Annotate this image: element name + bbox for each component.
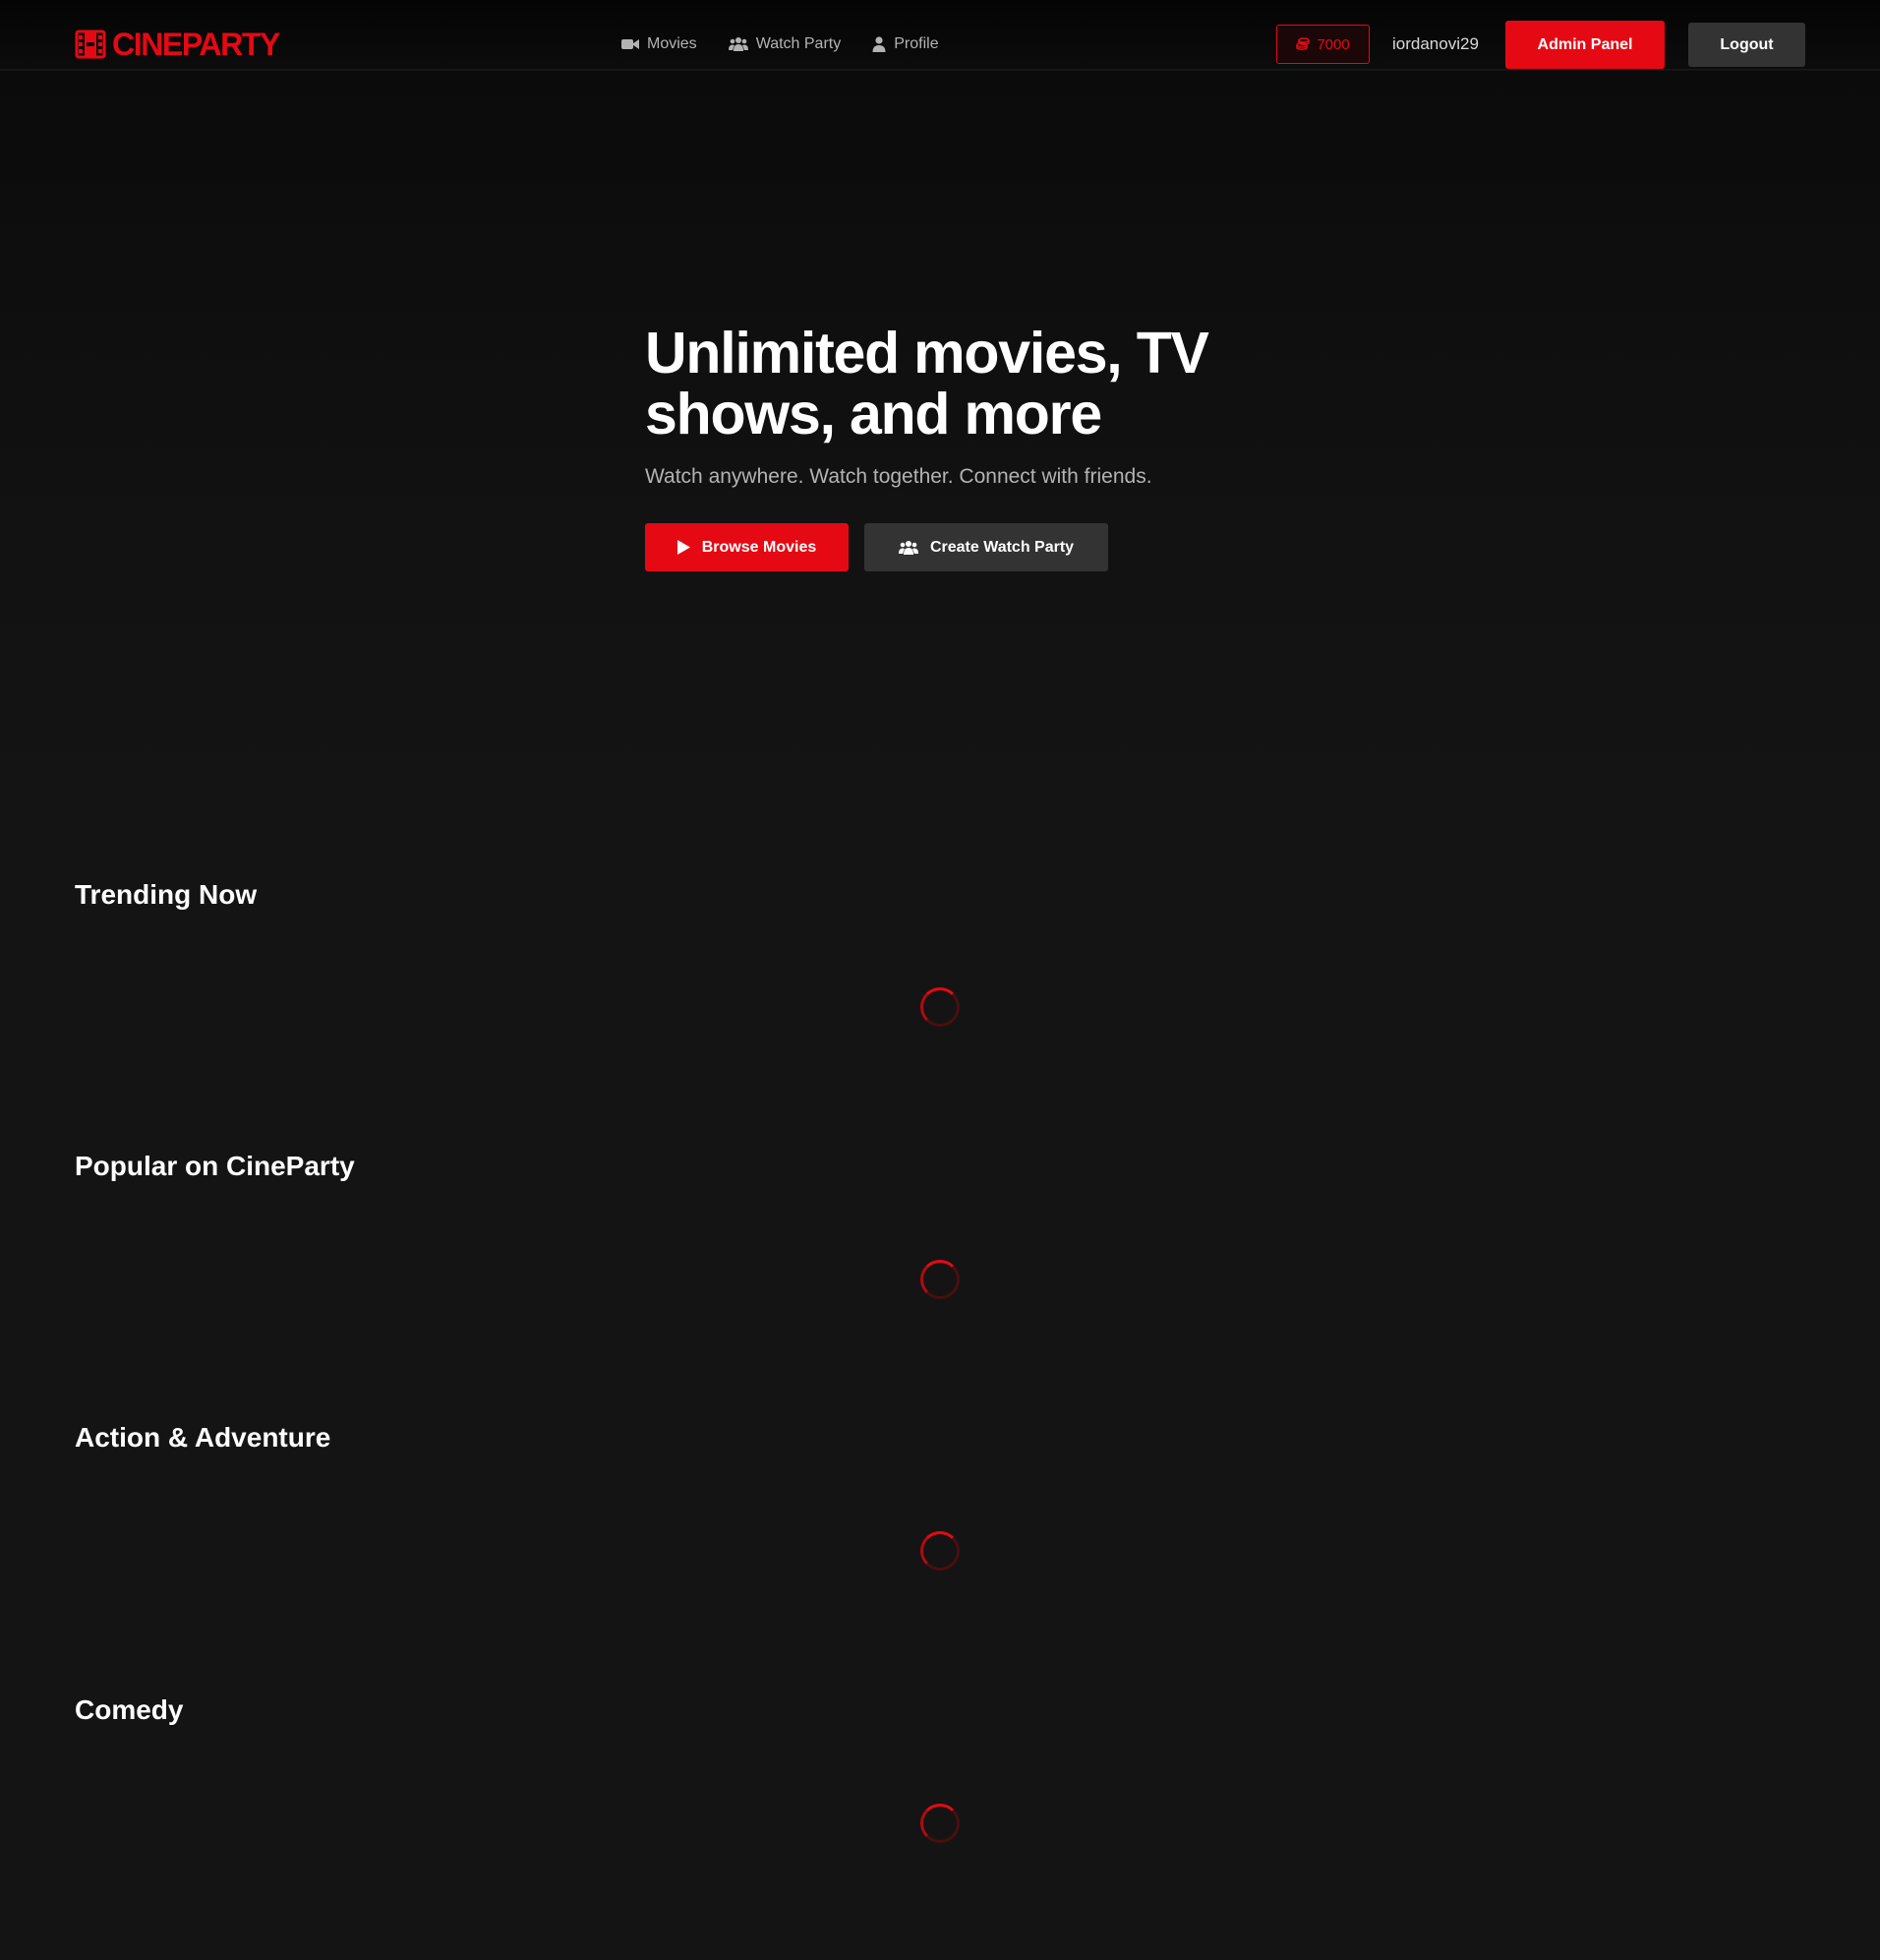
user-icon (872, 36, 886, 52)
nav-item-label: Profile (894, 35, 939, 52)
brand-logo[interactable]: CINEPARTY (75, 26, 280, 63)
logout-button[interactable]: Logout (1688, 23, 1805, 67)
username-label[interactable]: iordanovi29 (1392, 32, 1479, 56)
nav-item-label: Watch Party (755, 35, 842, 52)
nav-item-profile[interactable]: Profile (872, 30, 939, 58)
create-watch-party-button[interactable]: Create Watch Party (864, 523, 1108, 571)
nav-item-movies[interactable]: Movies (621, 30, 697, 58)
section-title-popular: Popular on CineParty (75, 1151, 355, 1181)
main-nav: Movies Watch Party Profile (621, 30, 970, 58)
create-watch-party-label: Create Watch Party (929, 538, 1075, 556)
admin-panel-button[interactable]: Admin Panel (1505, 21, 1665, 69)
browse-movies-label: Browse Movies (701, 538, 817, 556)
play-icon (676, 540, 690, 555)
hero-subtitle: Watch anywhere. Watch together. Connect … (645, 465, 1152, 488)
nav-item-watch-party[interactable]: Watch Party (728, 30, 842, 58)
users-icon (728, 37, 748, 51)
top-navbar: CINEPARTY Movies Watch Party Profile 700… (0, 0, 1880, 70)
loading-spinner (920, 987, 960, 1027)
loading-spinner (920, 1260, 960, 1299)
coins-icon (1296, 37, 1311, 50)
loading-spinner (920, 1531, 960, 1571)
coin-balance-badge[interactable]: 7000 (1276, 25, 1370, 64)
users-icon (898, 540, 918, 555)
nav-item-label: Movies (647, 35, 697, 52)
coin-balance-value: 7000 (1317, 35, 1350, 53)
loading-spinner (920, 1804, 960, 1843)
hero-title: Unlimited movies, TV shows, and more (645, 321, 1209, 446)
browse-movies-button[interactable]: Browse Movies (645, 523, 849, 571)
film-icon (75, 30, 106, 59)
hero-banner (0, 71, 1880, 846)
section-title-action: Action & Adventure (75, 1422, 331, 1453)
video-camera-icon (621, 39, 639, 49)
section-title-comedy: Comedy (75, 1694, 184, 1725)
brand-name: CINEPARTY (112, 27, 280, 62)
section-title-trending: Trending Now (75, 879, 258, 910)
